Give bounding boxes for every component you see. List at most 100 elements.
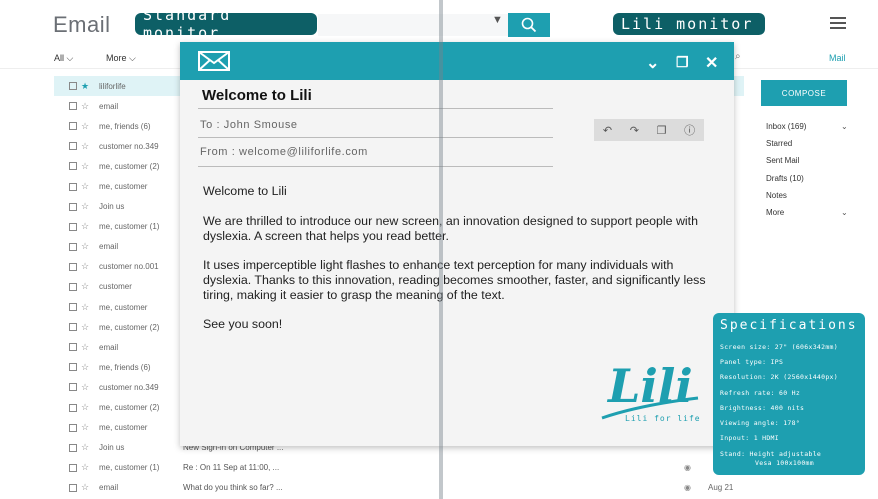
app-title: Email [53,12,111,37]
star-icon[interactable]: ☆ [81,322,93,333]
specifications-panel: Specifications Screen size: 27" (606x342… [713,313,865,475]
message-greeting: Welcome to Lili [203,184,287,198]
row-checkbox[interactable] [69,303,77,312]
search-input[interactable] [318,14,508,36]
search-icon[interactable]: ⌕ [735,51,741,62]
row-checkbox[interactable] [69,202,77,211]
chevron-down-icon[interactable]: ▼ [492,14,503,26]
row-checkbox[interactable] [69,323,77,332]
standard-monitor-label: Standard monitor [135,6,317,42]
info-icon[interactable]: ⓘ [684,122,695,138]
star-icon[interactable]: ★ [81,81,93,92]
row-checkbox[interactable] [69,102,77,111]
forward-icon[interactable]: ↷ [630,124,639,137]
hamburger-menu-icon[interactable] [830,17,846,30]
star-icon[interactable]: ☆ [81,161,93,172]
envelope-icon [198,51,230,71]
spec-item: Screen size: 27" (606x342mm) [720,343,838,351]
folder-item[interactable]: Inbox (169) ⌄ [766,118,856,135]
chevron-down-icon[interactable]: ⌄ [841,208,848,217]
star-icon[interactable]: ☆ [81,342,93,353]
row-sender: me, friends (6) [99,362,151,372]
copy-icon[interactable]: ❐ [657,124,667,137]
select-all-dropdown[interactable]: All ⌵ [54,53,73,64]
row-checkbox[interactable] [69,343,77,352]
folder-item[interactable]: Starred [766,135,856,152]
search-button[interactable] [508,13,550,37]
email-row[interactable]: ☆ me, customer (1) Re : On 11 Sep at 11:00… [54,458,744,478]
row-checkbox[interactable] [69,122,77,131]
folder-label: Notes [766,190,787,200]
row-checkbox[interactable] [69,463,77,472]
eye-icon: ◉ [684,463,691,473]
message-paragraph: It uses imperceptible light flashes to e… [203,258,706,302]
folder-label: Drafts (10) [766,173,804,183]
star-icon[interactable]: ☆ [81,382,93,393]
collapse-chevron-icon[interactable]: ⌄ [646,53,659,73]
more-dropdown[interactable]: More ⌵ [106,53,136,64]
star-icon[interactable]: ☆ [81,201,93,212]
row-checkbox[interactable] [69,423,77,432]
close-icon[interactable]: ✕ [705,53,718,73]
row-sender: customer [99,282,132,292]
mail-link[interactable]: Mail [829,53,846,63]
lili-monitor-label: Lili monitor [613,13,765,35]
row-checkbox[interactable] [69,142,77,151]
star-icon[interactable]: ☆ [81,101,93,112]
star-icon[interactable]: ☆ [81,462,93,473]
message-to: To : John Smouse [200,119,298,131]
row-sender: me, customer (2) [99,403,160,413]
folder-label: Inbox (169) [766,122,807,132]
reply-icon[interactable]: ↶ [603,124,612,137]
row-checkbox[interactable] [69,242,77,251]
star-icon[interactable]: ☆ [81,121,93,132]
window-restore-icon[interactable]: ❐ [676,54,689,71]
spec-item: Stand: Height adjustable [720,450,822,458]
row-sender: customer no.349 [99,382,159,392]
search-icon [521,17,537,33]
row-checkbox[interactable] [69,363,77,372]
email-row[interactable]: ☆ email What do you think so far? ... ◉ Aug … [54,478,744,498]
row-checkbox[interactable] [69,262,77,271]
star-icon[interactable]: ☆ [81,241,93,252]
more-label: More [106,53,127,63]
lili-tagline: Lili for life [625,414,701,423]
comparison-divider [439,0,443,499]
row-checkbox[interactable] [69,162,77,171]
message-title: Welcome to Lili [202,87,312,104]
row-checkbox[interactable] [69,282,77,291]
folder-item[interactable]: More ⌄ [766,204,856,221]
folder-item[interactable]: Sent Mail [766,152,856,169]
message-from: From : welcome@liliforlife.com [200,146,368,158]
star-icon[interactable]: ☆ [81,422,93,433]
row-sender: me, customer [99,302,148,312]
row-sender: email [99,342,119,352]
star-icon[interactable]: ☆ [81,261,93,272]
folder-item[interactable]: Drafts (10) [766,170,856,187]
row-sender: customer no.349 [99,141,159,151]
spec-item: Viewing angle: 178° [720,419,801,427]
star-icon[interactable]: ☆ [81,281,93,292]
divider [198,137,553,138]
row-checkbox[interactable] [69,222,77,231]
row-checkbox[interactable] [69,443,77,452]
star-icon[interactable]: ☆ [81,442,93,453]
spec-item: Panel type: IPS [720,358,784,366]
spec-item: Resolution: 2K (2560x1440px) [720,373,838,381]
row-checkbox[interactable] [69,483,77,492]
row-checkbox[interactable] [69,82,77,91]
row-checkbox[interactable] [69,182,77,191]
folder-item[interactable]: Notes [766,187,856,204]
compose-button[interactable]: COMPOSE [761,80,847,106]
star-icon[interactable]: ☆ [81,221,93,232]
row-checkbox[interactable] [69,383,77,392]
chevron-down-icon[interactable]: ⌄ [841,122,848,131]
star-icon[interactable]: ☆ [81,402,93,413]
star-icon[interactable]: ☆ [81,362,93,373]
star-icon[interactable]: ☆ [81,482,93,493]
row-checkbox[interactable] [69,403,77,412]
star-icon[interactable]: ☆ [81,302,93,313]
star-icon[interactable]: ☆ [81,181,93,192]
divider [198,166,553,167]
star-icon[interactable]: ☆ [81,141,93,152]
